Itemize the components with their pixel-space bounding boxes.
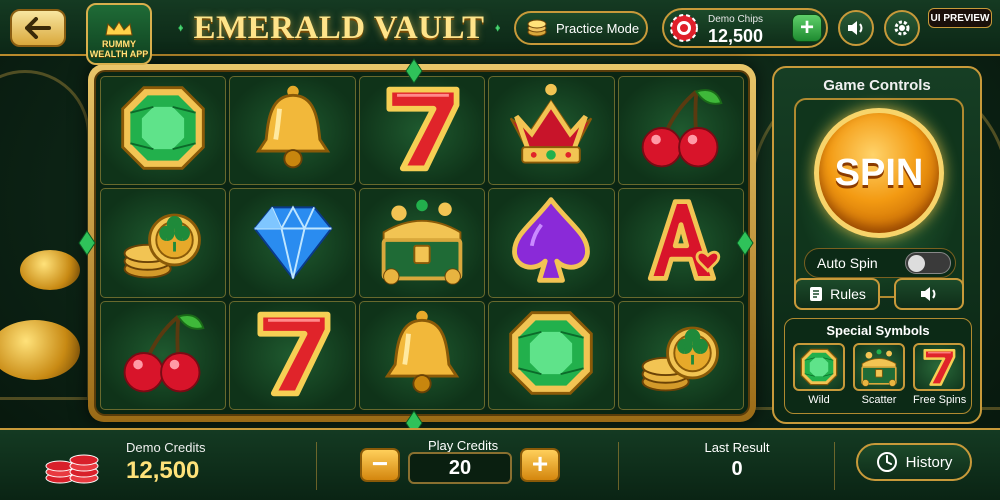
symbol-ace bbox=[633, 192, 729, 293]
gear-icon bbox=[894, 20, 910, 36]
chip-stack-icon bbox=[45, 454, 99, 484]
game-controls-panel: Game Controls SPIN Auto Spin Rules Speci… bbox=[772, 66, 982, 424]
symbol-cherry bbox=[633, 80, 729, 181]
symbol-seven bbox=[245, 305, 341, 406]
reel-cell bbox=[100, 188, 227, 298]
special-symbol-wild: Wild bbox=[793, 343, 845, 406]
symbol-spade bbox=[503, 192, 599, 293]
ui-preview-badge: UI PREVIEW bbox=[928, 8, 992, 28]
special-symbol-label: Scatter bbox=[861, 394, 897, 406]
demo-credits-label: Demo Credits bbox=[126, 440, 206, 455]
divider bbox=[316, 442, 317, 490]
reel-grid bbox=[94, 70, 750, 416]
emerald-gem-icon bbox=[494, 24, 500, 32]
decrease-bet-button[interactable]: − bbox=[360, 448, 400, 482]
spin-area: SPIN Auto Spin bbox=[794, 98, 964, 298]
special-symbol-label: Wild bbox=[808, 394, 830, 406]
reel-cell bbox=[229, 188, 356, 298]
emerald-gem-icon bbox=[736, 230, 754, 256]
spin-button[interactable]: SPIN bbox=[814, 108, 944, 238]
reel-frame bbox=[88, 64, 756, 422]
game-title: EMERALD VAULT bbox=[193, 9, 485, 46]
symbol-coins bbox=[633, 305, 729, 406]
emerald-gem-icon bbox=[78, 230, 96, 256]
arrow-left-icon bbox=[25, 17, 51, 39]
symbol-seven bbox=[913, 343, 965, 391]
reel-cell bbox=[488, 188, 615, 298]
title-area: EMERALD VAULT bbox=[178, 6, 500, 50]
symbol-bell bbox=[245, 80, 341, 181]
bottom-bar: Demo Credits 12,500 Play Credits − 20 + … bbox=[0, 428, 1000, 500]
symbol-bell bbox=[374, 305, 470, 406]
practice-mode-label: Practice Mode bbox=[556, 20, 640, 36]
special-symbol-free-spins: Free Spins bbox=[913, 343, 967, 406]
special-symbols-box: Special Symbols Wild Scatter Free Spins bbox=[784, 318, 972, 414]
increase-bet-button[interactable]: + bbox=[520, 448, 560, 482]
symbol-coins bbox=[115, 192, 211, 293]
history-label: History bbox=[905, 453, 953, 471]
reel-cell bbox=[617, 76, 744, 186]
reel-cell bbox=[358, 300, 486, 410]
reel-cell bbox=[488, 300, 615, 410]
poker-chip-icon bbox=[670, 14, 698, 42]
reel-cell bbox=[617, 188, 744, 298]
demo-chips-value: 12,500 bbox=[708, 26, 764, 46]
rules-label: Rules bbox=[830, 286, 866, 302]
rules-button[interactable]: Rules bbox=[794, 278, 880, 310]
practice-mode-button[interactable]: Practice Mode bbox=[514, 11, 648, 45]
demo-chips-display: Demo Chips 12,500 + bbox=[662, 8, 828, 48]
coin-stack-icon bbox=[527, 19, 547, 37]
auto-spin-toggle[interactable] bbox=[905, 252, 951, 274]
demo-chips-label: Demo Chips bbox=[708, 14, 764, 25]
special-symbols-title: Special Symbols bbox=[826, 323, 930, 338]
speaker-icon bbox=[848, 21, 863, 35]
divider bbox=[618, 442, 619, 490]
special-symbol-scatter: Scatter bbox=[853, 343, 905, 406]
demo-credits-value: 12,500 bbox=[126, 457, 200, 484]
special-symbol-label: Free Spins bbox=[913, 394, 967, 406]
symbol-seven bbox=[374, 80, 470, 181]
reel-cell bbox=[229, 76, 356, 186]
crown-icon bbox=[105, 21, 133, 36]
auto-spin-label: Auto Spin bbox=[817, 255, 878, 271]
panel-sound-button[interactable] bbox=[894, 278, 964, 310]
reel-cell bbox=[100, 300, 227, 410]
symbol-diamond bbox=[245, 192, 341, 293]
symbol-treasure-chest bbox=[853, 343, 905, 391]
reel-cell bbox=[100, 76, 227, 186]
history-button[interactable]: History bbox=[856, 443, 972, 481]
clock-icon bbox=[876, 452, 897, 472]
symbol-treasure-chest bbox=[374, 192, 470, 293]
last-result-label: Last Result bbox=[704, 440, 770, 455]
bg-coin-pile bbox=[20, 250, 80, 290]
symbol-cherry bbox=[115, 305, 211, 406]
reel-cell bbox=[358, 76, 486, 186]
reel-cell bbox=[358, 188, 486, 298]
sound-button[interactable] bbox=[838, 10, 874, 46]
app-logo: RUMMY WEALTH APP bbox=[86, 3, 152, 65]
play-credits-input[interactable]: 20 bbox=[408, 452, 512, 484]
symbol-emerald bbox=[793, 343, 845, 391]
reel-cell bbox=[229, 300, 356, 410]
app-logo-text: RUMMY WEALTH APP bbox=[89, 39, 149, 59]
divider bbox=[834, 442, 835, 490]
document-icon bbox=[810, 287, 823, 301]
reel-cell bbox=[488, 76, 615, 186]
add-chips-button[interactable]: + bbox=[792, 14, 822, 42]
reel-cell bbox=[617, 300, 744, 410]
play-credits-label: Play Credits bbox=[428, 438, 499, 453]
emerald-gem-icon bbox=[405, 58, 423, 84]
emerald-gem-icon bbox=[178, 24, 184, 32]
speaker-icon bbox=[921, 287, 936, 301]
auto-spin-row: Auto Spin bbox=[804, 248, 956, 278]
symbol-crown bbox=[503, 80, 599, 181]
settings-button[interactable] bbox=[884, 10, 920, 46]
symbol-emerald bbox=[115, 80, 211, 181]
game-controls-title: Game Controls bbox=[823, 77, 931, 94]
back-button[interactable] bbox=[10, 9, 66, 47]
symbol-emerald bbox=[503, 305, 599, 406]
last-result-value: 0 bbox=[731, 458, 743, 480]
